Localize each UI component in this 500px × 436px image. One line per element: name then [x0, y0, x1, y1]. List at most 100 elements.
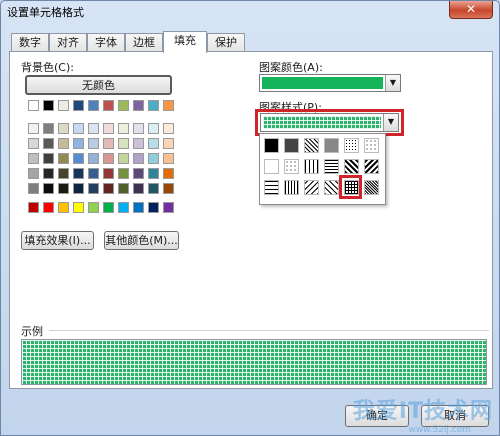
tint-color-swatch[interactable]: [88, 123, 99, 134]
tint-color-swatch[interactable]: [43, 183, 54, 194]
tab-fill[interactable]: 填充: [163, 31, 207, 53]
tint-color-swatch[interactable]: [163, 138, 174, 149]
pattern-option[interactable]: [324, 159, 339, 174]
pattern-option[interactable]: [324, 138, 339, 153]
pattern-option[interactable]: [364, 180, 379, 195]
tint-color-swatch[interactable]: [28, 183, 39, 194]
tint-color-swatch[interactable]: [103, 123, 114, 134]
tint-color-swatch[interactable]: [28, 153, 39, 164]
tint-color-swatch[interactable]: [28, 138, 39, 149]
tint-color-swatch[interactable]: [133, 183, 144, 194]
standard-color-swatch[interactable]: [88, 202, 99, 213]
tint-color-swatch[interactable]: [148, 153, 159, 164]
theme-color-swatch[interactable]: [88, 100, 99, 111]
pattern-option[interactable]: [264, 138, 279, 153]
format-cells-dialog: 设置单元格格式 ✕ 数字 对齐 字体 边框 填充 保护 背景色(C): 无颜色 …: [0, 0, 500, 436]
standard-color-swatch[interactable]: [133, 202, 144, 213]
tint-color-swatch[interactable]: [73, 168, 84, 179]
standard-color-swatch[interactable]: [103, 202, 114, 213]
tint-color-swatch[interactable]: [133, 153, 144, 164]
tint-color-swatch[interactable]: [43, 123, 54, 134]
tint-color-swatch[interactable]: [148, 123, 159, 134]
tint-color-swatch[interactable]: [118, 138, 129, 149]
tab-protection[interactable]: 保护: [207, 33, 245, 52]
tint-color-swatch[interactable]: [73, 183, 84, 194]
pattern-option[interactable]: [304, 180, 319, 195]
tint-color-swatch[interactable]: [148, 168, 159, 179]
tint-color-swatch[interactable]: [43, 138, 54, 149]
standard-color-swatch[interactable]: [163, 202, 174, 213]
standard-color-swatch[interactable]: [28, 202, 39, 213]
tint-color-swatch[interactable]: [133, 138, 144, 149]
standard-color-swatch[interactable]: [118, 202, 129, 213]
standard-color-swatch[interactable]: [148, 202, 159, 213]
theme-color-swatch[interactable]: [133, 100, 144, 111]
theme-color-swatch[interactable]: [103, 100, 114, 111]
tint-color-swatch[interactable]: [88, 153, 99, 164]
tint-color-swatch[interactable]: [103, 183, 114, 194]
standard-color-swatch[interactable]: [43, 202, 54, 213]
pattern-option[interactable]: [304, 159, 319, 174]
tab-border[interactable]: 边框: [125, 33, 163, 52]
chevron-down-icon[interactable]: ▼: [385, 75, 400, 91]
tint-color-swatch[interactable]: [73, 138, 84, 149]
tint-color-swatch[interactable]: [103, 168, 114, 179]
tint-color-swatch[interactable]: [103, 138, 114, 149]
theme-color-swatch[interactable]: [28, 100, 39, 111]
tint-color-swatch[interactable]: [88, 138, 99, 149]
theme-color-swatch[interactable]: [73, 100, 84, 111]
tint-color-swatch[interactable]: [148, 183, 159, 194]
tint-color-swatch[interactable]: [73, 123, 84, 134]
tint-color-swatch[interactable]: [58, 138, 69, 149]
tint-color-swatch[interactable]: [133, 168, 144, 179]
pattern-option[interactable]: [344, 138, 359, 153]
tint-color-swatch[interactable]: [163, 123, 174, 134]
tint-color-swatch[interactable]: [43, 153, 54, 164]
tint-color-swatch[interactable]: [58, 168, 69, 179]
tint-color-swatch[interactable]: [43, 168, 54, 179]
pattern-option[interactable]: [264, 159, 279, 174]
tab-alignment[interactable]: 对齐: [49, 33, 87, 52]
pattern-option[interactable]: [284, 180, 299, 195]
pattern-option[interactable]: [284, 138, 299, 153]
theme-color-swatch[interactable]: [163, 100, 174, 111]
no-color-button[interactable]: 无颜色: [25, 75, 172, 95]
pattern-option[interactable]: [264, 180, 279, 195]
tint-color-swatch[interactable]: [163, 153, 174, 164]
tint-color-swatch[interactable]: [163, 168, 174, 179]
tint-color-swatch[interactable]: [58, 123, 69, 134]
tint-color-swatch[interactable]: [88, 168, 99, 179]
tab-number[interactable]: 数字: [11, 33, 49, 52]
theme-color-swatch[interactable]: [43, 100, 54, 111]
pattern-option[interactable]: [364, 159, 379, 174]
fill-effects-button[interactable]: 填充效果(I)...: [21, 231, 94, 250]
close-button[interactable]: ✕: [449, 1, 493, 19]
tab-font[interactable]: 字体: [87, 33, 125, 52]
pattern-option[interactable]: [324, 180, 339, 195]
standard-color-swatch[interactable]: [73, 202, 84, 213]
tint-color-swatch[interactable]: [73, 153, 84, 164]
pattern-option[interactable]: [344, 159, 359, 174]
tint-color-swatch[interactable]: [163, 183, 174, 194]
tint-color-swatch[interactable]: [103, 153, 114, 164]
tint-color-swatch[interactable]: [118, 153, 129, 164]
tint-color-swatch[interactable]: [118, 183, 129, 194]
tint-color-swatch[interactable]: [58, 153, 69, 164]
tint-color-swatch[interactable]: [28, 168, 39, 179]
tint-color-swatch[interactable]: [88, 183, 99, 194]
pattern-option[interactable]: [364, 138, 379, 153]
pattern-option[interactable]: [304, 138, 319, 153]
tint-color-swatch[interactable]: [58, 183, 69, 194]
tint-color-swatch[interactable]: [118, 123, 129, 134]
tint-color-swatch[interactable]: [28, 123, 39, 134]
tint-color-swatch[interactable]: [133, 123, 144, 134]
tint-color-swatch[interactable]: [148, 138, 159, 149]
standard-color-swatch[interactable]: [58, 202, 69, 213]
theme-color-swatch[interactable]: [148, 100, 159, 111]
theme-color-swatch[interactable]: [58, 100, 69, 111]
tint-color-swatch[interactable]: [118, 168, 129, 179]
pattern-color-select[interactable]: ▼: [259, 74, 401, 92]
more-colors-button[interactable]: 其他颜色(M)...: [104, 231, 179, 250]
theme-color-swatch[interactable]: [118, 100, 129, 111]
pattern-option[interactable]: [284, 159, 299, 174]
